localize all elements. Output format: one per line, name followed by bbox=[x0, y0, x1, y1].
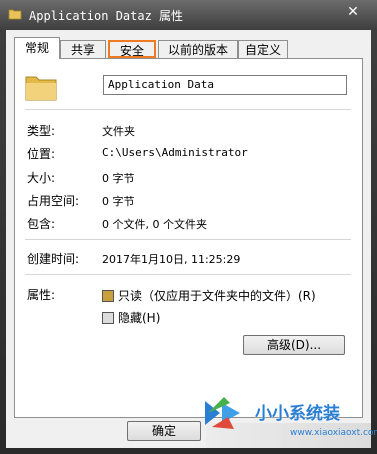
advanced-button[interactable]: 高级(D)... bbox=[243, 335, 345, 355]
folder-icon bbox=[8, 9, 22, 20]
separator bbox=[25, 109, 351, 110]
tab-general[interactable]: 常规 bbox=[14, 37, 60, 59]
location-value: C:\Users\Administrator bbox=[102, 146, 248, 159]
tab-previous-versions[interactable]: 以前的版本 bbox=[158, 40, 238, 58]
tab-sharing[interactable]: 共享 bbox=[60, 40, 106, 58]
contains-label: 包含: bbox=[27, 217, 56, 231]
disk-size-label: 占用空间: bbox=[27, 194, 80, 208]
type-value: 文件夹 bbox=[102, 125, 135, 138]
close-button[interactable]: ✕ bbox=[338, 3, 368, 21]
readonly-label[interactable]: 只读（仅应用于文件夹中的文件）(R) bbox=[118, 287, 316, 304]
tab-security[interactable]: 安全 bbox=[108, 40, 156, 58]
type-label: 类型: bbox=[27, 124, 56, 138]
properties-window: Application Dataz 属性 ✕ 常规 共享 安全 以前的版本 自定… bbox=[0, 0, 377, 454]
attributes-label: 属性: bbox=[27, 288, 56, 302]
folder-name-input[interactable]: Application Data bbox=[103, 75, 347, 95]
hidden-label[interactable]: 隐藏(H) bbox=[118, 309, 160, 326]
general-panel: Application Data 类型: 文件夹 位置: C:\Users\Ad… bbox=[14, 58, 363, 418]
ok-button[interactable]: 确定 bbox=[127, 421, 201, 441]
contains-value: 0 个文件, 0 个文件夹 bbox=[102, 218, 207, 231]
hidden-checkbox[interactable] bbox=[102, 312, 114, 324]
separator bbox=[25, 274, 351, 275]
location-label: 位置: bbox=[27, 147, 56, 161]
readonly-checkbox[interactable] bbox=[102, 290, 114, 302]
disk-size-value: 0 字节 bbox=[102, 195, 135, 208]
tab-customize[interactable]: 自定义 bbox=[238, 40, 288, 58]
separator bbox=[25, 239, 351, 240]
window-title: Application Dataz 属性 bbox=[29, 9, 184, 23]
watermark-url: www.xiaoxiaoxt.com bbox=[290, 428, 377, 438]
title-bar[interactable]: Application Dataz 属性 ✕ bbox=[0, 0, 377, 30]
size-value: 0 字节 bbox=[102, 172, 135, 185]
dialog-client: 常规 共享 安全 以前的版本 自定义 Application Data 类型: … bbox=[6, 30, 371, 448]
folder-icon bbox=[25, 76, 57, 101]
created-value: 2017年1月10日, 11:25:29 bbox=[102, 253, 241, 266]
created-label: 创建时间: bbox=[27, 252, 80, 266]
watermark-text: 小小系统装 bbox=[255, 404, 340, 424]
size-label: 大小: bbox=[27, 171, 56, 185]
